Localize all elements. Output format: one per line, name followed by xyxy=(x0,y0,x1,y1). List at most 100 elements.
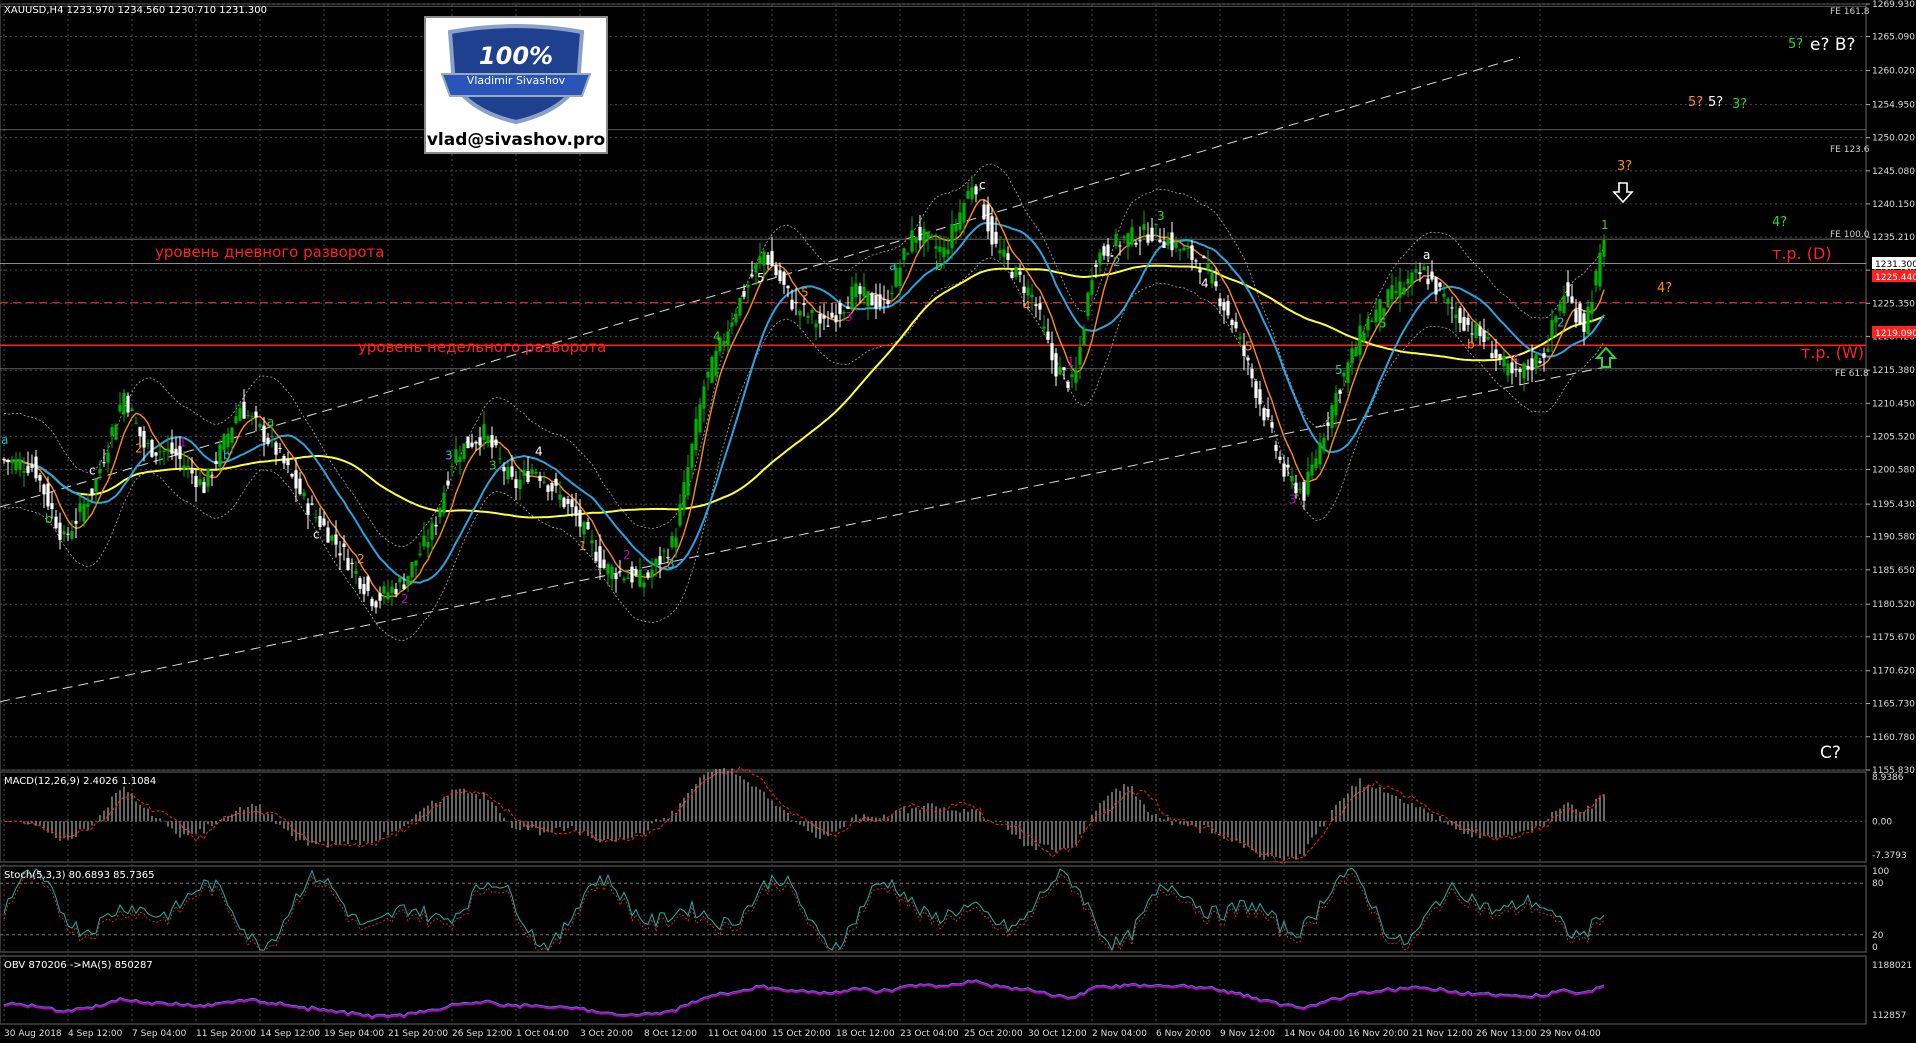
logo-name: Vladimir Sivashov xyxy=(466,74,566,87)
time-tick-label: 29 Nov 04:00 xyxy=(1540,1029,1601,1039)
five-q-green: 5? xyxy=(1788,37,1803,52)
candle-body xyxy=(910,230,914,252)
candle-body xyxy=(206,468,210,487)
wave-label: c xyxy=(1513,351,1520,365)
price-tick-label: 1235.210 xyxy=(1872,233,1915,243)
candle-body xyxy=(1170,232,1174,251)
candle-body xyxy=(342,543,346,548)
candle-body xyxy=(1530,358,1534,371)
candle-body xyxy=(1054,353,1058,377)
candle-body xyxy=(494,439,498,446)
candle-body xyxy=(738,297,742,316)
price-chart[interactable]: 8.93860.00-7.3793 10080200 1188021112857… xyxy=(0,0,1916,1043)
wave-label: 3 xyxy=(845,310,853,324)
candle-body xyxy=(1470,333,1474,335)
candle-body xyxy=(154,452,158,456)
candle-body xyxy=(74,520,78,524)
candle-body xyxy=(1570,296,1574,303)
candle-body xyxy=(742,290,746,297)
candle-body xyxy=(818,313,822,324)
wave-label: 2 xyxy=(135,442,143,456)
time-tick-label: 14 Nov 04:00 xyxy=(1284,1029,1345,1039)
candle-body xyxy=(562,497,566,508)
candle-body xyxy=(66,533,70,535)
time-axis: 30 Aug 2018 4 Sep 12:00 7 Sep 04:00 11 Sep … xyxy=(4,1029,1601,1039)
candle-body xyxy=(458,456,462,462)
macd-tick-label: -7.3793 xyxy=(1872,851,1907,861)
wave-label: 3 xyxy=(1157,209,1165,223)
candle-body xyxy=(1366,318,1370,331)
candle-body xyxy=(590,540,594,544)
candle-body xyxy=(1462,316,1466,331)
wave-label: 1 xyxy=(179,435,187,449)
candle-body xyxy=(918,226,922,241)
candle-body xyxy=(558,494,562,500)
candle-body xyxy=(622,578,626,581)
candle-body xyxy=(1158,239,1162,243)
candle-body xyxy=(538,475,542,481)
price-tick-label: 1210.450 xyxy=(1872,399,1915,409)
candle-body xyxy=(430,523,434,540)
candle-body xyxy=(734,313,738,323)
candle-body xyxy=(994,231,998,244)
candle-body xyxy=(354,570,358,574)
tp-d-label: т.р. (D) xyxy=(1772,244,1832,263)
candle-body xyxy=(1590,301,1594,314)
candle-body xyxy=(826,325,830,327)
stoch-tick-label: 20 xyxy=(1872,931,1884,941)
candle-body xyxy=(1478,326,1482,337)
price-tick-label: 1215.380 xyxy=(1872,366,1915,376)
candle-body xyxy=(202,481,206,493)
candle-body xyxy=(286,459,290,466)
candle-body xyxy=(626,577,630,579)
candle-body xyxy=(102,462,106,464)
candle-body xyxy=(1514,369,1518,371)
candle-body xyxy=(158,451,162,453)
candle-body xyxy=(1278,456,1282,460)
candle-body xyxy=(602,559,606,569)
candle-body xyxy=(174,448,178,456)
candle-body xyxy=(1222,302,1226,311)
candle-body xyxy=(330,535,334,541)
candle-body xyxy=(490,435,494,448)
stoch-title: Stoch(5,3,3) 80.6893 85.7365 xyxy=(4,870,155,881)
candle-body xyxy=(1118,245,1122,247)
candle-body xyxy=(390,586,394,594)
candle-body xyxy=(1102,246,1106,256)
candle-body xyxy=(374,601,378,608)
candle-body xyxy=(338,553,342,556)
candle-body xyxy=(1262,408,1266,421)
candle-body xyxy=(418,553,422,556)
wave-label: b xyxy=(1467,338,1475,352)
candle-body xyxy=(822,315,826,319)
candle-body xyxy=(1306,471,1310,495)
candle-body xyxy=(1350,348,1354,364)
candle-body xyxy=(1474,323,1478,338)
candle-body xyxy=(1334,392,1338,416)
candle-body xyxy=(1426,278,1430,285)
wave-label: 3 xyxy=(667,557,675,571)
time-tick-label: 21 Nov 12:00 xyxy=(1412,1029,1473,1039)
candle-body xyxy=(94,478,98,492)
candle-body xyxy=(322,518,326,526)
candle-body xyxy=(30,464,34,468)
candle-body xyxy=(402,584,406,589)
candle-body xyxy=(270,435,274,438)
candle-body xyxy=(1526,365,1530,370)
candle-body xyxy=(474,441,478,444)
candle-body xyxy=(1542,353,1546,358)
wave-label: 4 xyxy=(1201,276,1209,290)
candle-body xyxy=(1286,464,1290,468)
candle-body xyxy=(794,302,798,304)
candle-body xyxy=(518,479,522,490)
candle-body xyxy=(362,583,366,595)
candle-body xyxy=(1190,245,1194,261)
candle-body xyxy=(1558,304,1562,312)
candle-body xyxy=(90,488,94,496)
price-tick-label: 1160.780 xyxy=(1872,733,1915,743)
fe-123-label: FE 123.6 xyxy=(1830,145,1870,155)
candle-body xyxy=(210,474,214,476)
candle-body xyxy=(762,251,766,266)
candle-body xyxy=(486,436,490,443)
candle-body xyxy=(546,485,550,492)
